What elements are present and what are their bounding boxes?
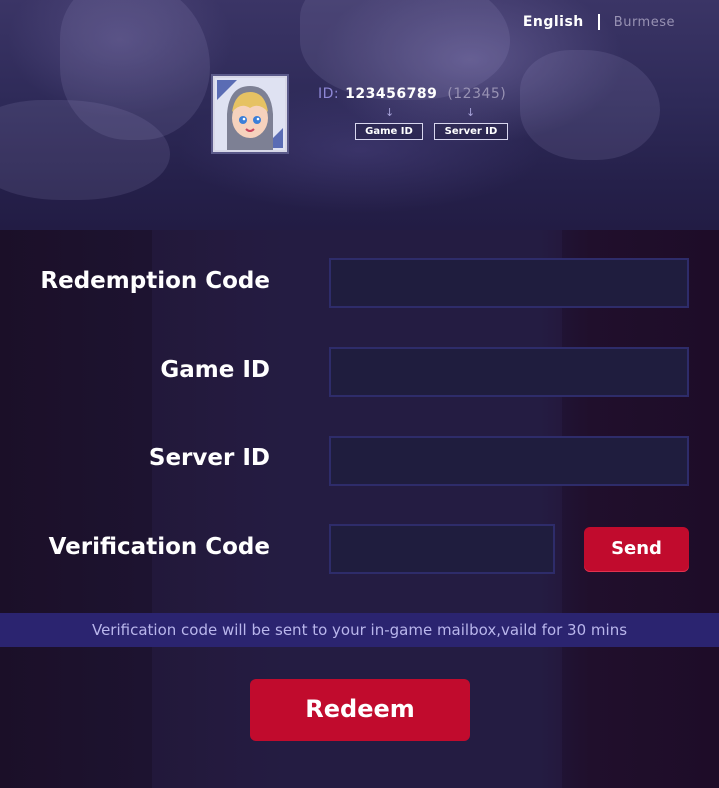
redemption-code-label: Redemption Code bbox=[40, 268, 270, 294]
game-id-input[interactable] bbox=[329, 347, 689, 397]
id-label: ID: bbox=[318, 86, 340, 102]
language-english[interactable]: English bbox=[523, 14, 584, 30]
game-id-label: Game ID bbox=[160, 357, 270, 383]
language-divider bbox=[597, 14, 600, 30]
verification-code-input[interactable] bbox=[329, 524, 555, 574]
language-burmese[interactable]: Burmese bbox=[614, 15, 675, 30]
server-id-tag: Server ID bbox=[434, 123, 508, 140]
verification-note: Verification code will be sent to your i… bbox=[0, 613, 719, 647]
game-id-value: 123456789 bbox=[345, 86, 438, 102]
background-art bbox=[520, 50, 660, 160]
redemption-code-input[interactable] bbox=[329, 258, 689, 308]
server-id-value: (12345) bbox=[447, 86, 507, 102]
server-id-label: Server ID bbox=[148, 445, 270, 471]
player-id-line: ID: 123456789 (12345) bbox=[318, 86, 506, 102]
redeem-button[interactable]: Redeem bbox=[250, 679, 470, 741]
arrow-down-icon: ↓ bbox=[466, 106, 476, 119]
verification-code-label: Verification Code bbox=[48, 534, 270, 560]
background-art bbox=[300, 0, 510, 100]
language-switcher: English Burmese bbox=[523, 14, 675, 30]
game-id-tag: Game ID bbox=[355, 123, 423, 140]
send-button[interactable]: Send bbox=[584, 527, 689, 572]
hero-banner: English Burmese ID: 123456789 (12345) ↓ ↓ … bbox=[0, 0, 719, 230]
hero-avatar-icon bbox=[213, 76, 287, 152]
server-id-input[interactable] bbox=[329, 436, 689, 486]
arrow-down-icon: ↓ bbox=[385, 106, 395, 119]
